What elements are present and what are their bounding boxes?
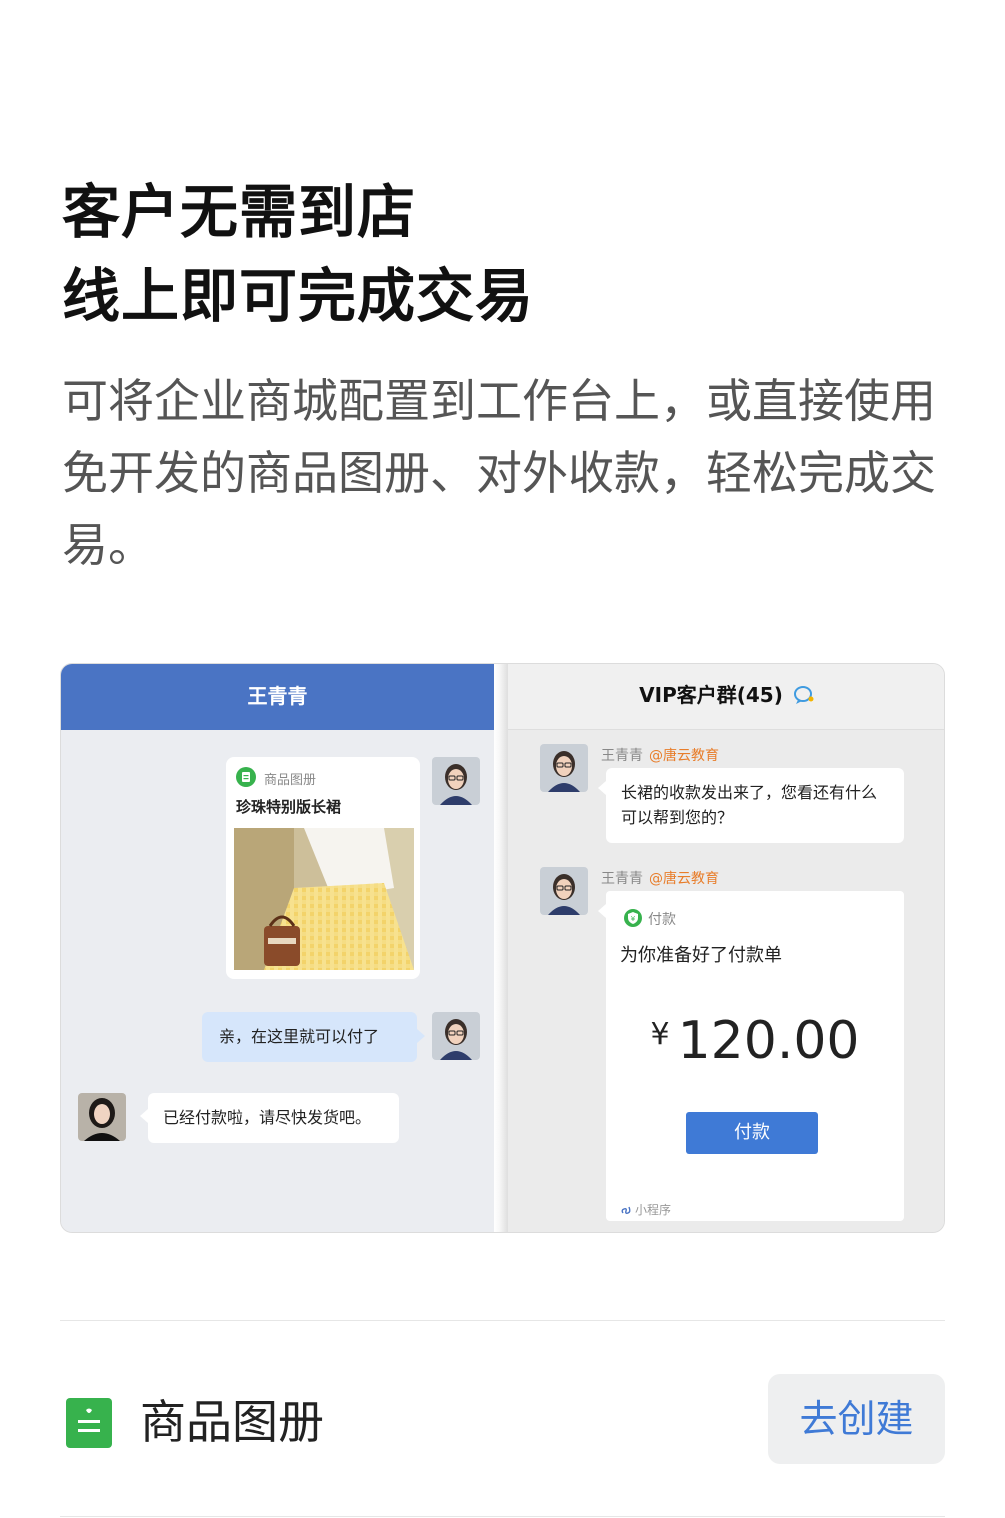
private-chat-panel: 王青青 商品图册 珍珠特别版长裙 亲，在这里就可以付了 已经付款啦，请尽快发货吧… — [61, 664, 494, 1232]
sender-name-2: 王青青 — [601, 871, 643, 887]
chat-mockup: 王青青 商品图册 珍珠特别版长裙 亲，在这里就可以付了 已经付款啦，请尽快发货吧… — [60, 663, 945, 1233]
product-album-card[interactable]: 商品图册 珍珠特别版长裙 — [226, 757, 420, 979]
amount-value: 120.00 — [677, 1011, 860, 1071]
product-album-label: 商品图册 — [264, 773, 317, 788]
sender-org-2: @唐云教育 — [649, 871, 719, 887]
group-message-bubble-1: 长裙的收款发出来了，您看还有什么可以帮到您的？ — [606, 768, 904, 843]
my-avatar — [432, 757, 480, 805]
svg-text:¥: ¥ — [631, 915, 636, 923]
mini-program-label: 小程序 — [635, 1203, 672, 1217]
group-chat-header: VIP客户群(45) — [508, 664, 944, 730]
headline-line-2: 线上即可完成交易 — [62, 262, 535, 330]
headline: 客户无需到店 线上即可完成交易 — [62, 170, 942, 338]
product-album-icon — [236, 767, 256, 787]
customer-message-text: 已经付款啦，请尽快发货吧。 — [163, 1108, 372, 1127]
sender-name-1: 王青青 — [601, 748, 643, 764]
bottom-separator — [60, 1516, 945, 1517]
group-message-tail-1 — [598, 781, 606, 795]
panel-divider — [494, 664, 508, 1232]
description: 可将企业商城配置到工作台上，或直接使用免开发的商品图册、对外收款，轻松完成交易。 — [62, 374, 936, 572]
customer-message-tail — [140, 1109, 148, 1123]
my-message-text: 亲，在这里就可以付了 — [219, 1027, 380, 1046]
chat-bubble-icon — [793, 667, 815, 729]
currency-symbol: ¥ — [650, 1017, 670, 1052]
sender-line-1: 王青青 @唐云教育 — [601, 745, 719, 765]
sender-org-1: @唐云教育 — [649, 748, 719, 764]
product-album-label: 商品图册 — [140, 1395, 324, 1449]
group-message-text-1: 长裙的收款发出来了，您看还有什么可以帮到您的？ — [621, 783, 878, 827]
payment-card[interactable]: ¥ 付款 为你准备好了付款单 ¥120.00 付款 小程序 — [606, 891, 904, 1221]
mini-program-icon — [620, 1204, 632, 1219]
my-message-tail — [417, 1029, 425, 1043]
sender-avatar-2 — [540, 867, 588, 915]
my-avatar-2 — [432, 1012, 480, 1060]
payment-label: 付款 — [648, 912, 676, 928]
sender-avatar-1 — [540, 744, 588, 792]
product-album-app-icon — [66, 1398, 112, 1448]
sender-line-2: 王青青 @唐云教育 — [601, 868, 719, 888]
my-message-bubble: 亲，在这里就可以付了 — [202, 1012, 417, 1062]
customer-message-bubble: 已经付款啦，请尽快发货吧。 — [148, 1093, 399, 1143]
top-separator — [60, 1320, 945, 1321]
create-button[interactable]: 去创建 — [768, 1374, 945, 1464]
private-chat-title: 王青青 — [61, 664, 494, 730]
customer-avatar — [78, 1093, 126, 1141]
payment-amount: ¥120.00 — [606, 1011, 904, 1071]
product-photo — [234, 828, 414, 970]
payment-card-tail — [598, 904, 606, 918]
product-title: 珍珠特别版长裙 — [236, 798, 342, 816]
headline-line-1: 客户无需到店 — [62, 178, 417, 246]
group-chat-panel: VIP客户群(45) 王青青 @唐云教育 长裙的收款发出来了，您看还有什么可以帮到… — [508, 664, 944, 1232]
payment-shield-icon: ¥ — [623, 908, 643, 932]
payment-card-title: 为你准备好了付款单 — [620, 945, 782, 966]
pay-button[interactable]: 付款 — [686, 1112, 818, 1154]
group-chat-title: VIP客户群(45) — [639, 683, 783, 707]
mini-program-tag: 小程序 — [620, 1201, 671, 1219]
